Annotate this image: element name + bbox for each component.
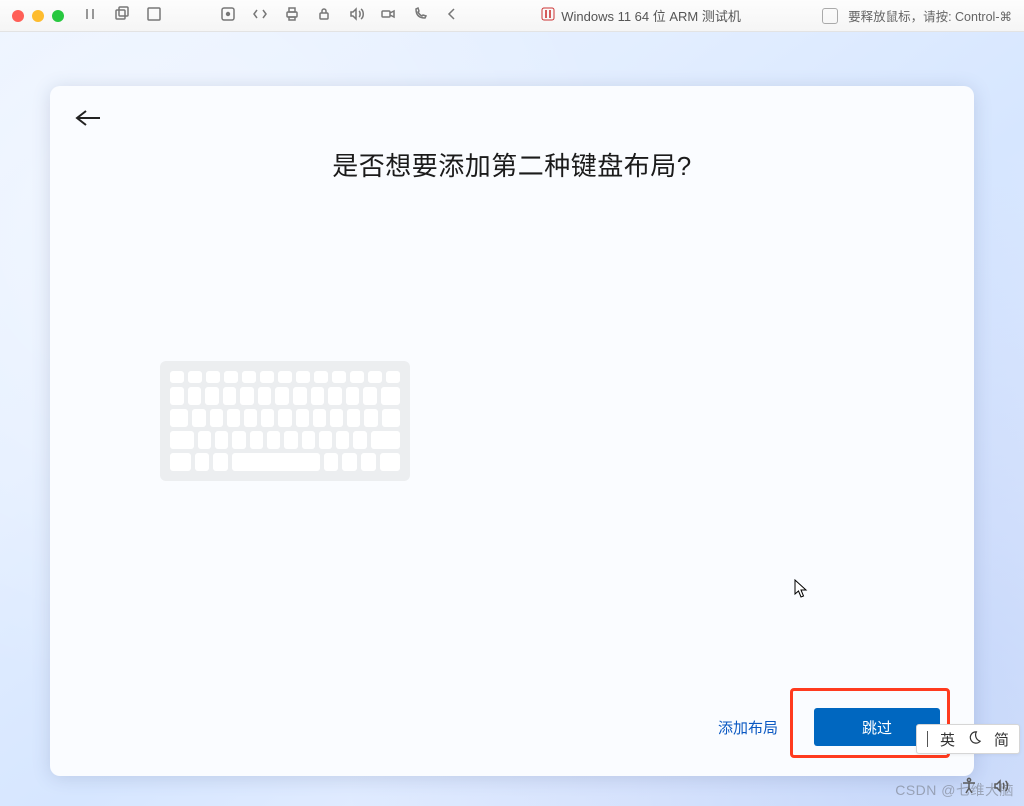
- lock-icon[interactable]: [316, 6, 332, 25]
- pause-icon[interactable]: [82, 6, 98, 25]
- ime-divider-icon: [927, 731, 928, 747]
- actions-icon[interactable]: [220, 6, 236, 25]
- volume-icon[interactable]: [992, 777, 1010, 800]
- ime-mode[interactable]: 简: [994, 729, 1009, 750]
- snapshot-icon[interactable]: [114, 6, 130, 25]
- oobe-button-row: 添加布局 跳过: [712, 708, 940, 746]
- release-mouse-hint: 要释放鼠标，请按: Control-⌘: [848, 6, 1012, 25]
- devtools-icon[interactable]: [252, 6, 268, 25]
- mac-titlebar: Windows 11 64 位 ARM 测试机 要释放鼠标，请按: Contro…: [0, 0, 1024, 32]
- window-title: Windows 11 64 位 ARM 测试机: [561, 6, 741, 25]
- ime-language[interactable]: 英: [940, 729, 955, 750]
- parallels-app-icon: [541, 7, 555, 24]
- camera-icon[interactable]: [380, 6, 396, 25]
- sound-icon[interactable]: [348, 6, 364, 25]
- keyboard-illustration-icon: [160, 361, 410, 481]
- oobe-heading: 是否想要添加第二种键盘布局?: [50, 146, 974, 183]
- accessibility-icon[interactable]: [960, 777, 978, 800]
- window-title-area: Windows 11 64 位 ARM 测试机: [541, 6, 741, 25]
- ime-tray[interactable]: 英 简: [916, 724, 1020, 754]
- close-window-icon[interactable]: [12, 10, 24, 22]
- vm-toolbar-left: [82, 6, 460, 25]
- vm-toolbar-right: 要释放鼠标，请按: Control-⌘: [822, 6, 1012, 25]
- vm-screen: 是否想要添加第二种键盘布局? 添加布局 跳过 英 简 CSDN @七维大脑: [0, 32, 1024, 806]
- oobe-panel: 是否想要添加第二种键盘布局? 添加布局 跳过: [50, 86, 974, 776]
- ime-moon-icon[interactable]: [967, 730, 982, 749]
- chevron-left-icon[interactable]: [444, 6, 460, 25]
- window-controls: [12, 10, 64, 22]
- pip-icon[interactable]: [822, 8, 838, 24]
- add-layout-button[interactable]: 添加布局: [712, 716, 784, 739]
- fullscreen-icon[interactable]: [146, 6, 162, 25]
- zoom-window-icon[interactable]: [52, 10, 64, 22]
- phone-icon[interactable]: [412, 6, 428, 25]
- printer-icon[interactable]: [284, 6, 300, 25]
- minimize-window-icon[interactable]: [32, 10, 44, 22]
- back-button[interactable]: [74, 108, 102, 128]
- taskbar-tray: [960, 777, 1010, 800]
